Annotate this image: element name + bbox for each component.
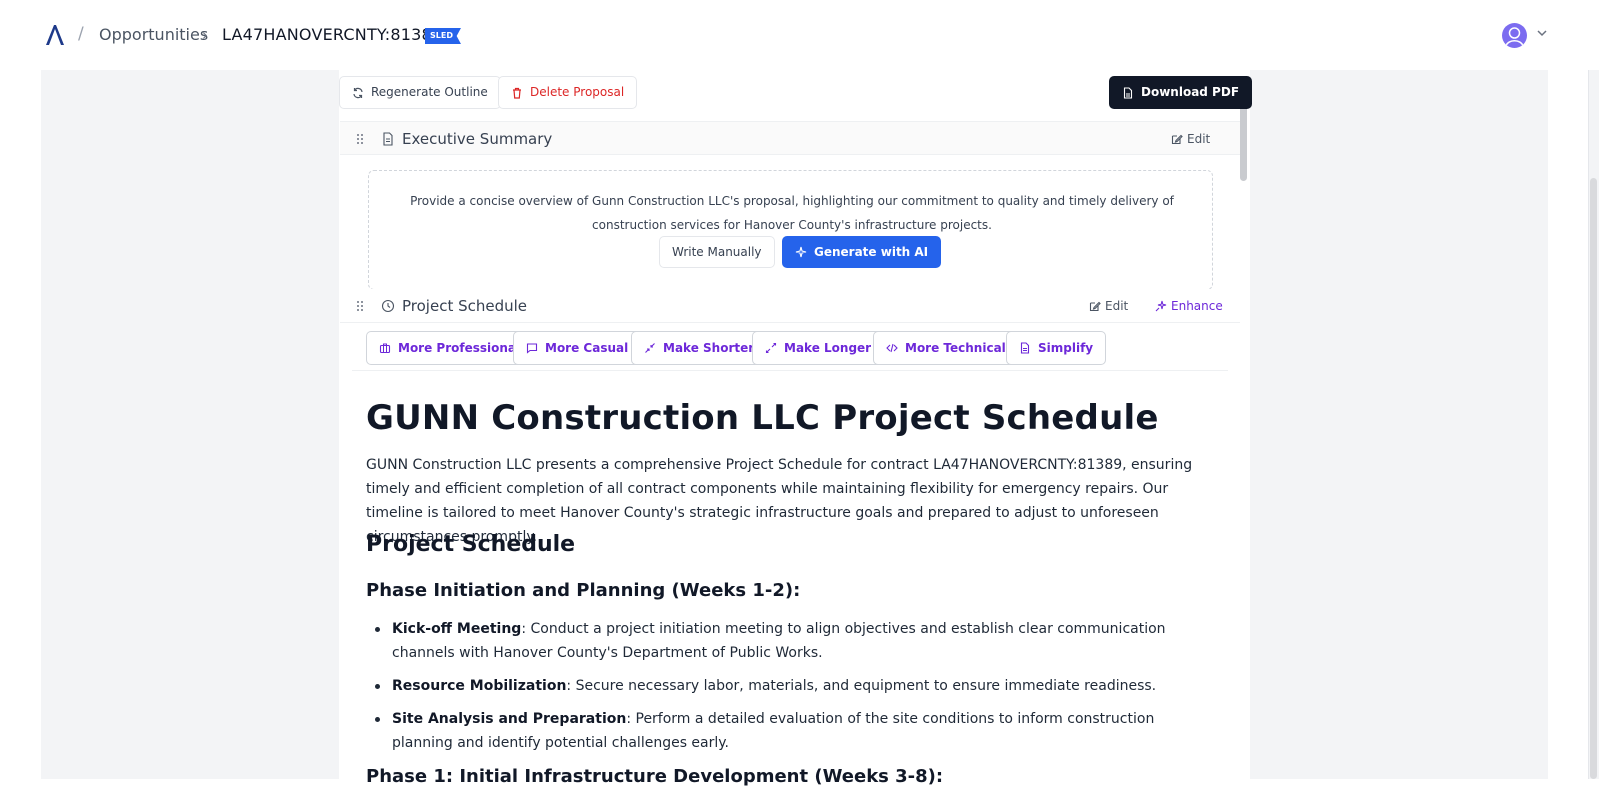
sparkle-icon <box>795 246 807 258</box>
project-schedule-edit-button[interactable]: Edit <box>1089 299 1128 313</box>
sled-badge: SLED <box>425 28 461 44</box>
download-pdf-label: Download PDF <box>1141 85 1240 99</box>
chevron-right-icon: › <box>202 26 208 44</box>
simplify-label: Simplify <box>1038 340 1094 355</box>
more-technical-label: More Technical <box>905 340 1006 355</box>
generate-with-ai-label: Generate with AI <box>814 244 929 259</box>
make-longer-label: Make Longer <box>784 340 872 355</box>
phase-title: Phase Initiation and Planning (Weeks 1-2… <box>366 580 801 601</box>
page-scrollbar-thumb[interactable] <box>1590 178 1597 779</box>
regenerate-outline-label: Regenerate Outline <box>371 85 488 99</box>
make-shorter-label: Make Shorter <box>663 340 755 355</box>
project-schedule-header[interactable]: Project Schedule Edit Enhance <box>340 289 1240 323</box>
make-shorter-button[interactable]: Make Shorter <box>631 331 768 365</box>
chevron-down-icon[interactable] <box>1536 27 1548 39</box>
list-item: Kick-off Meeting: Conduct a project init… <box>375 617 1217 665</box>
executive-summary-title: Executive Summary <box>402 130 553 148</box>
regenerate-outline-button[interactable]: Regenerate Outline <box>339 76 501 109</box>
project-schedule-enhance-button[interactable]: Enhance <box>1155 299 1223 313</box>
edit-icon <box>1171 134 1183 145</box>
delete-proposal-label: Delete Proposal <box>530 85 625 99</box>
breadcrumb-opportunity-id: LA47HANOVERCNTY:81389 <box>222 25 443 44</box>
edit-label: Edit <box>1105 299 1129 313</box>
simplify-button[interactable]: Simplify <box>1006 331 1107 365</box>
refresh-icon <box>353 87 363 98</box>
trash-icon <box>513 87 521 99</box>
download-pdf-button[interactable]: Download PDF <box>1109 76 1253 109</box>
app-logo-icon[interactable] <box>44 24 66 46</box>
list-item-term: Kick-off Meeting <box>392 621 522 637</box>
divider <box>352 370 1228 371</box>
list-item: Site Analysis and Preparation: Perform a… <box>375 707 1217 755</box>
delete-proposal-button[interactable]: Delete Proposal <box>498 76 638 109</box>
executive-summary-edit-button[interactable]: Edit <box>1171 132 1210 146</box>
document-icon <box>1020 342 1030 354</box>
edit-icon <box>1089 301 1101 312</box>
top-bar: / Opportunities › LA47HANOVERCNTY:81389 … <box>0 0 1603 70</box>
more-professional-label: More Professional <box>398 340 521 355</box>
enhance-label: Enhance <box>1171 299 1223 313</box>
list-item-term: Resource Mobilization <box>392 678 567 694</box>
make-longer-button[interactable]: Make Longer <box>752 331 885 365</box>
document-icon <box>383 132 393 146</box>
list-item-term: Site Analysis and Preparation <box>392 711 627 727</box>
write-manually-button[interactable]: Write Manually <box>659 236 775 268</box>
drag-handle-icon[interactable] <box>356 300 364 312</box>
more-casual-label: More Casual <box>545 340 629 355</box>
document-heading: GUNN Construction LLC Project Schedule <box>366 398 1159 438</box>
more-technical-button[interactable]: More Technical <box>873 331 1019 365</box>
chat-icon <box>526 343 538 354</box>
briefcase-icon <box>379 343 391 354</box>
breadcrumb-opportunities-link[interactable]: Opportunities <box>99 25 208 44</box>
next-phase-title: Phase 1: Initial Infrastructure Developm… <box>366 766 944 787</box>
write-manually-label: Write Manually <box>672 244 762 259</box>
generate-with-ai-button[interactable]: Generate with AI <box>782 236 942 268</box>
drag-handle-icon[interactable] <box>356 133 364 145</box>
executive-summary-prompt: Provide a concise overview of Gunn Const… <box>410 194 1174 232</box>
sparkle-icon <box>1155 300 1167 312</box>
list-item: Resource Mobilization: Secure necessary … <box>375 674 1217 698</box>
minimize-icon <box>645 343 655 353</box>
list-item-text: : Secure necessary labor, materials, and… <box>566 678 1157 694</box>
clock-icon <box>381 299 395 313</box>
maximize-icon <box>765 342 777 354</box>
project-schedule-title: Project Schedule <box>402 297 528 315</box>
more-professional-button[interactable]: More Professional <box>366 331 534 365</box>
avatar-icon[interactable] <box>1502 23 1527 48</box>
more-casual-button[interactable]: More Casual <box>513 331 642 365</box>
edit-label: Edit <box>1187 132 1211 146</box>
code-icon <box>886 343 898 353</box>
file-icon <box>1123 86 1133 99</box>
section-subheading: Project Schedule <box>366 532 576 557</box>
breadcrumb-separator: / <box>78 24 84 44</box>
executive-summary-header[interactable]: Executive Summary Edit <box>340 121 1240 155</box>
